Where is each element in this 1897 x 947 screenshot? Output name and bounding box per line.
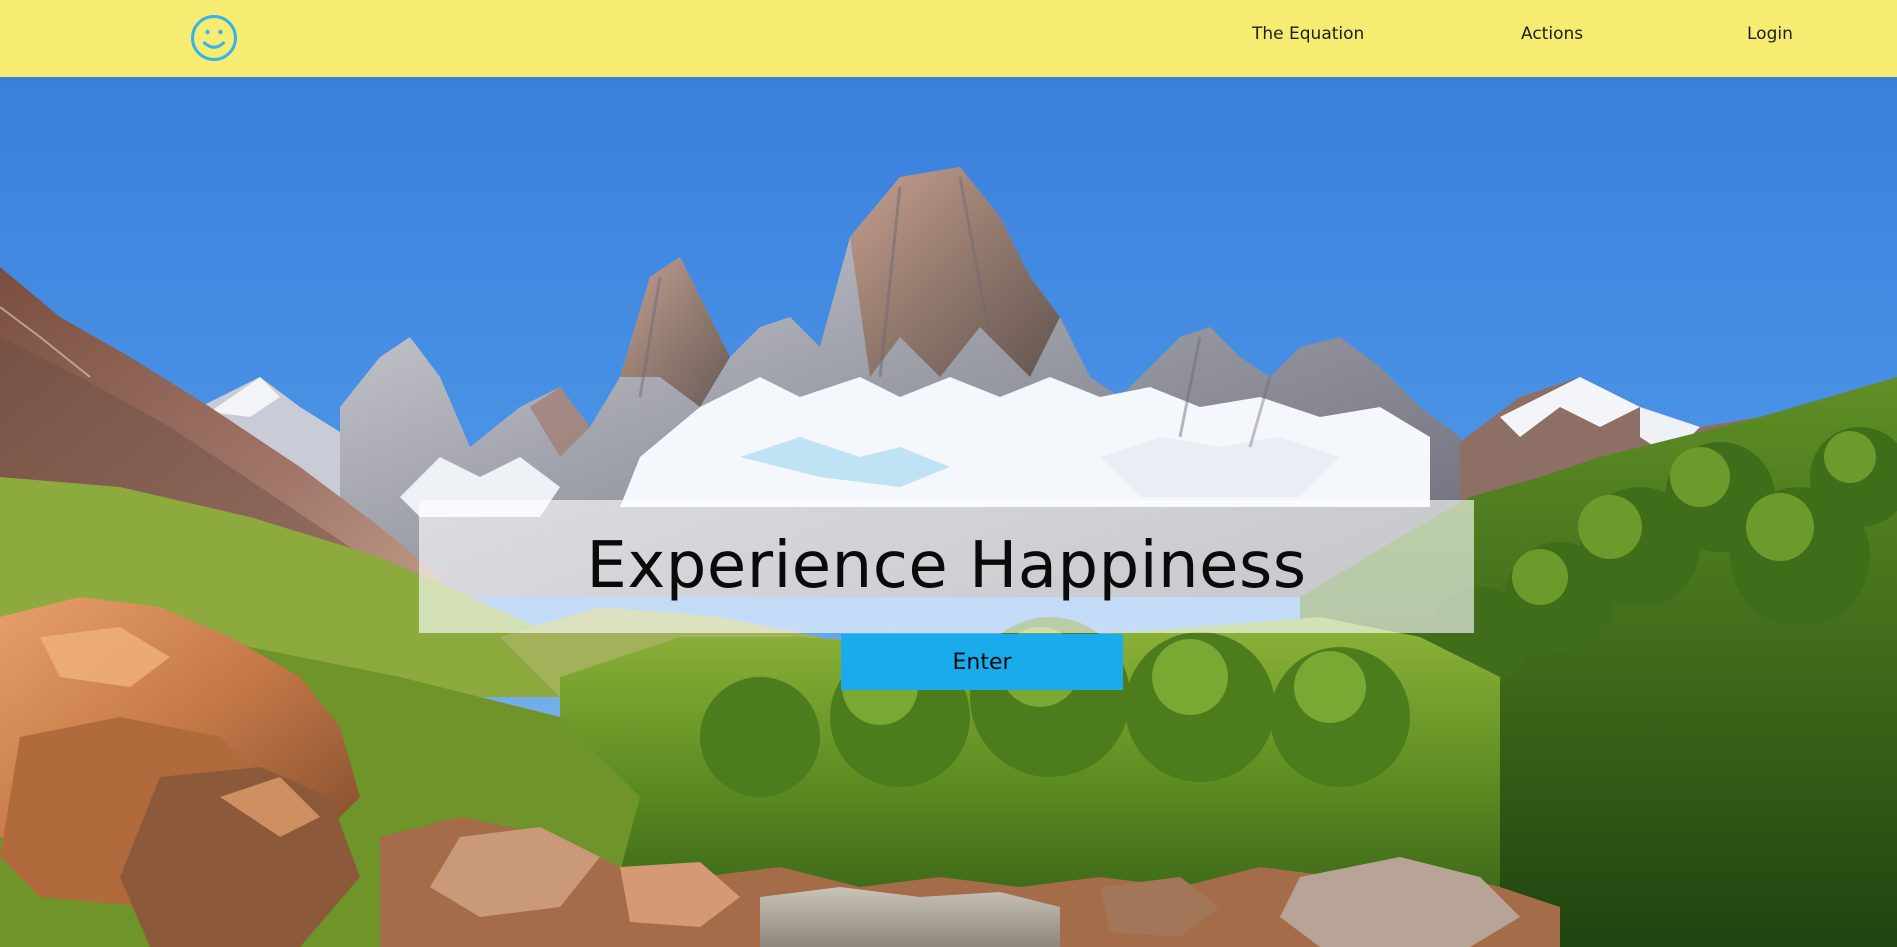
navbar: The Equation Actions Login: [0, 0, 1897, 77]
smiley-face-icon[interactable]: [190, 14, 238, 62]
hero-headline: Experience Happiness: [586, 529, 1307, 603]
enter-button[interactable]: Enter: [841, 634, 1123, 690]
headline-panel: Experience Happiness: [419, 500, 1474, 633]
nav-link-login[interactable]: Login: [1747, 24, 1793, 44]
nav-link-the-equation[interactable]: The Equation: [1252, 24, 1364, 44]
page: The Equation Actions Login Experience Ha…: [0, 0, 1897, 947]
nav-link-actions[interactable]: Actions: [1521, 24, 1583, 44]
